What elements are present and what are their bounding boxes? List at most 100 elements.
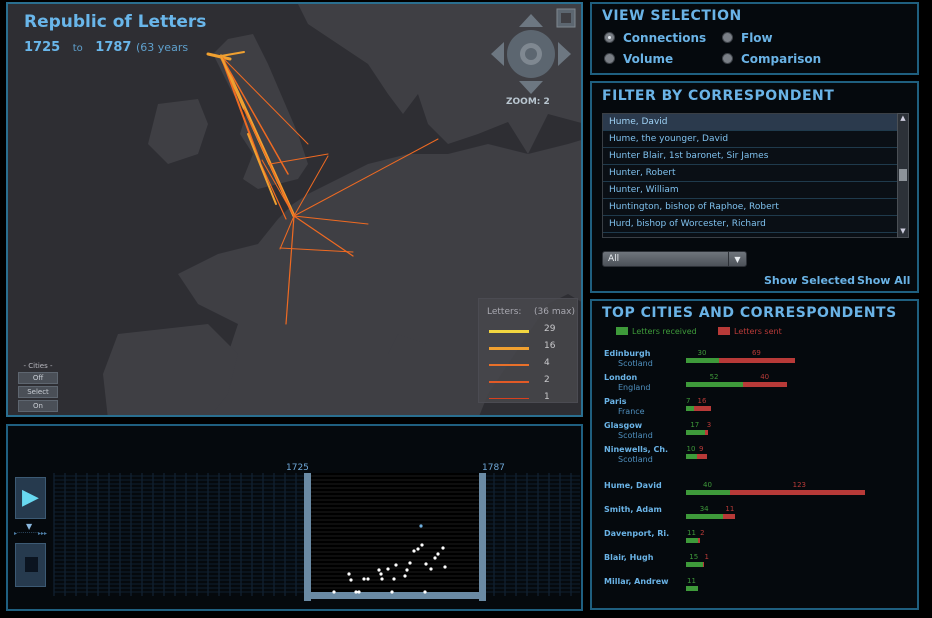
- cities-toggle-title: - Cities -: [23, 362, 53, 370]
- correspondent-list-item[interactable]: Hunter, Robert: [603, 165, 901, 182]
- sent-count: 1: [704, 553, 709, 561]
- year-range: 1725 to 1787 (63 years: [24, 40, 188, 55]
- letter-dot: [443, 565, 447, 569]
- radio-dot-icon[interactable]: [722, 32, 733, 43]
- city-name[interactable]: London: [604, 373, 637, 382]
- sent-count: 2: [700, 529, 705, 537]
- correspondent-name[interactable]: Smith, Adam: [604, 505, 662, 514]
- legend-row: 16: [489, 340, 573, 356]
- received-count: 15: [689, 553, 699, 561]
- radio-comparison[interactable]: Comparison: [722, 52, 821, 66]
- show-all-button[interactable]: Show All: [857, 274, 910, 287]
- letter-dot: [420, 543, 424, 547]
- list-scrollbar[interactable]: ▲ ▼: [897, 113, 909, 238]
- timeline-left-handle[interactable]: [304, 473, 311, 601]
- radio-connections[interactable]: Connections: [604, 31, 706, 45]
- city-name[interactable]: Glasgow: [604, 421, 642, 430]
- sent-count: 11: [725, 505, 735, 513]
- legend-row: 29: [489, 323, 573, 339]
- show-selected-button[interactable]: Show Selected: [764, 274, 855, 287]
- correspondent-row[interactable]: Smith, Adam 34 11: [604, 505, 914, 527]
- city-row[interactable]: Ninewells, Ch. Scotland 10 9: [604, 445, 914, 467]
- city-row[interactable]: Paris France 7 16: [604, 397, 914, 419]
- letter-dot: [377, 568, 381, 572]
- city-country: Scotland: [618, 359, 653, 368]
- stop-icon[interactable]: [25, 557, 38, 572]
- letter-dot: [429, 567, 433, 571]
- cities-select-button[interactable]: Select: [18, 386, 58, 398]
- correspondent-list-item[interactable]: Hume, David: [603, 114, 901, 131]
- letter-dot: [347, 572, 351, 576]
- legend-line-swatch: [489, 398, 529, 399]
- radio-flow[interactable]: Flow: [722, 31, 773, 45]
- stop-button[interactable]: [15, 543, 46, 587]
- speed-slider-icon[interactable]: ▸···········▸▸▸: [14, 530, 54, 537]
- chevron-down-icon[interactable]: ▼: [728, 252, 746, 266]
- legend-value: 29: [544, 324, 556, 334]
- year-end: 1787: [95, 40, 132, 55]
- timeline-start-label: 1725: [286, 463, 309, 473]
- correspondent-name[interactable]: Millar, Andrew: [604, 577, 669, 586]
- legend-line-swatch: [489, 381, 529, 383]
- city-row[interactable]: Edinburgh Scotland 30 69: [604, 349, 914, 371]
- timeline-canvas[interactable]: [8, 426, 583, 611]
- cities-off-button[interactable]: Off: [18, 372, 58, 384]
- timeline-right-handle[interactable]: [479, 473, 486, 601]
- letter-dot: [419, 524, 423, 528]
- scroll-up-icon[interactable]: ▲: [898, 114, 908, 124]
- correspondent-name[interactable]: Hume, David: [604, 481, 662, 490]
- letter-dot: [379, 572, 383, 576]
- correspondent-row[interactable]: Blair, Hugh 15 1: [604, 553, 914, 575]
- letter-dot: [408, 561, 412, 565]
- play-button[interactable]: ▶: [15, 477, 46, 519]
- received-bar: [686, 490, 730, 495]
- correspondent-list[interactable]: Hume, David Hume, the younger, David Hunte…: [602, 113, 902, 238]
- legend-row: 4: [489, 357, 573, 373]
- correspondent-list-item[interactable]: Hume, the younger, David: [603, 131, 901, 148]
- filter-dropdown[interactable]: All ▼: [602, 251, 747, 267]
- received-bar: [686, 430, 705, 435]
- sent-swatch: [718, 327, 730, 335]
- city-name[interactable]: Ninewells, Ch.: [604, 445, 668, 454]
- correspondent-list-item[interactable]: Hunter, William: [603, 182, 901, 199]
- legend-label: Letters:: [487, 307, 522, 317]
- correspondent-list-item[interactable]: Hunter Blair, 1st baronet, Sir James: [603, 148, 901, 165]
- city-name[interactable]: Paris: [604, 397, 627, 406]
- correspondent-row[interactable]: Hume, David 40 123: [604, 481, 914, 503]
- timeline-bottom-bar[interactable]: [304, 592, 486, 599]
- received-bar: [686, 586, 699, 591]
- correspondent-name[interactable]: Davenport, Ri.: [604, 529, 669, 538]
- sent-bar: [697, 454, 707, 459]
- scroll-thumb[interactable]: [899, 169, 907, 181]
- play-icon[interactable]: ▶: [22, 485, 39, 510]
- city-row[interactable]: London England 52 40: [604, 373, 914, 395]
- scroll-down-icon[interactable]: ▼: [898, 227, 908, 237]
- sent-bar: [704, 430, 708, 435]
- city-name[interactable]: Edinburgh: [604, 349, 650, 358]
- correspondent-list-item[interactable]: Hurd, bishop of Worcester, Richard: [603, 216, 901, 233]
- correspondent-row[interactable]: Davenport, Ri. 11 2: [604, 529, 914, 551]
- map-panel[interactable]: Republic of Letters 1725 to 1787 (63 yea…: [6, 2, 583, 417]
- radio-flow-label: Flow: [741, 31, 773, 45]
- sent-bar: [743, 382, 788, 387]
- letter-dot: [441, 546, 445, 550]
- sent-count: 16: [697, 397, 707, 405]
- correspondent-name[interactable]: Blair, Hugh: [604, 553, 653, 562]
- zoom-label: ZOOM: 2: [506, 97, 550, 107]
- radio-dot-icon[interactable]: [722, 53, 733, 64]
- letter-dot: [349, 578, 353, 582]
- sent-bar: [698, 538, 701, 543]
- correspondent-list-item[interactable]: Huntington, bishop of Raphoe, Robert: [603, 199, 901, 216]
- city-country: England: [618, 383, 651, 392]
- timeline-panel[interactable]: 1725 1787 ▶ ▼ ▸···········▸▸▸: [6, 424, 583, 611]
- sent-count: 40: [760, 373, 770, 381]
- letter-dot: [386, 567, 390, 571]
- city-row[interactable]: Glasgow Scotland 17 3: [604, 421, 914, 443]
- correspondent-row[interactable]: Millar, Andrew 11: [604, 577, 914, 599]
- radio-dot-icon[interactable]: [604, 53, 615, 64]
- radio-dot-icon[interactable]: [604, 32, 615, 43]
- radio-volume[interactable]: Volume: [604, 52, 673, 66]
- sent-bar: [702, 562, 704, 567]
- letter-dot: [394, 563, 398, 567]
- cities-on-button[interactable]: On: [18, 400, 58, 412]
